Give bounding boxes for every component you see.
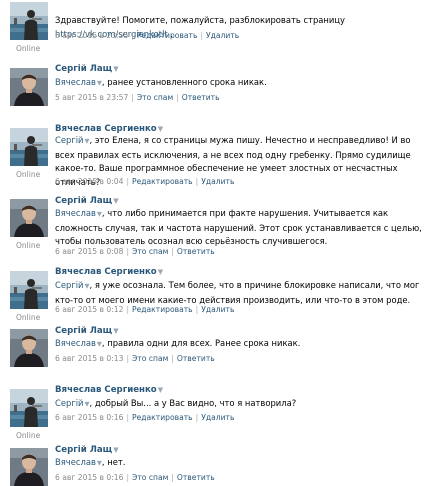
- chevron-down-icon[interactable]: ▼: [113, 197, 118, 205]
- reply-button[interactable]: Ответить: [182, 93, 220, 102]
- chevron-down-icon[interactable]: ▼: [158, 268, 163, 276]
- addressee-link[interactable]: Сергій▼: [55, 398, 90, 408]
- online-status: Online: [16, 313, 41, 322]
- message-text: Вячеслав▼, ранее установленного срока ни…: [55, 77, 267, 87]
- report-spam-button[interactable]: Это спам: [132, 473, 168, 482]
- author-name[interactable]: Сергій Лащ▼: [55, 196, 119, 206]
- delete-button[interactable]: Удалить: [201, 177, 234, 186]
- edit-button[interactable]: Редактировать: [132, 305, 193, 314]
- chevron-down-icon[interactable]: ▼: [158, 386, 163, 394]
- addressee-link[interactable]: Сергій▼: [55, 280, 90, 290]
- message-meta: 6 авг 2015 в 0:16 | Это спам | Ответить: [55, 473, 215, 482]
- edit-button[interactable]: Редактировать: [132, 177, 193, 186]
- online-status: Online: [16, 431, 41, 440]
- addressee-link[interactable]: Сергій▼: [55, 135, 90, 145]
- message-meta: 6 авг 2015 в 0:12 | Редактировать | Удалить: [55, 305, 235, 314]
- message-text: Вячеслав▼, правила одни для всех. Ранее …: [55, 338, 301, 348]
- chevron-down-icon[interactable]: ▼: [113, 327, 118, 335]
- message-date[interactable]: 5 авг 2015 в 23:57: [55, 93, 128, 102]
- message-date[interactable]: 5 авг 2015 в 23:55: [55, 31, 128, 40]
- addressee-link[interactable]: Вячеслав▼: [55, 457, 102, 467]
- message-date[interactable]: 6 авг 2015 в 0:16: [55, 473, 123, 482]
- message-date[interactable]: 6 авг 2015 в 0:16: [55, 413, 123, 422]
- reply-button[interactable]: Ответить: [177, 247, 215, 256]
- chevron-down-icon[interactable]: ▼: [113, 65, 118, 73]
- author-name[interactable]: Вячеслав Сергиенко▼: [55, 124, 163, 134]
- message-text: Вячеслав▼, нет.: [55, 457, 126, 467]
- addressee-link[interactable]: Вячеслав▼: [55, 77, 102, 87]
- avatar[interactable]: [10, 199, 48, 237]
- chevron-down-icon[interactable]: ▼: [158, 125, 163, 133]
- delete-button[interactable]: Удалить: [201, 305, 234, 314]
- report-spam-button[interactable]: Это спам: [137, 93, 173, 102]
- avatar[interactable]: [10, 389, 48, 427]
- online-status: Online: [16, 170, 41, 179]
- author-name[interactable]: Сергій Лащ▼: [55, 326, 119, 336]
- message-date[interactable]: 6 авг 2015 в 0:04: [55, 177, 123, 186]
- message-thread: Online Здравствуйте! Помогите, пожалуйста…: [0, 0, 434, 486]
- addressee-link[interactable]: Вячеслав▼: [55, 208, 102, 218]
- report-spam-button[interactable]: Это спам: [132, 354, 168, 363]
- author-name[interactable]: Вячеслав Сергиенко▼: [55, 385, 163, 395]
- delete-button[interactable]: Удалить: [201, 413, 234, 422]
- author-name[interactable]: Вячеслав Сергиенко▼: [55, 267, 163, 277]
- reply-button[interactable]: Ответить: [177, 354, 215, 363]
- message-meta: 6 авг 2015 в 0:04 | Редактировать | Удалить: [55, 177, 235, 186]
- author-name[interactable]: Сергій Лащ▼: [55, 64, 119, 74]
- avatar[interactable]: [10, 271, 48, 309]
- message-meta: 6 авг 2015 в 0:16 | Редактировать | Удалить: [55, 413, 235, 422]
- message-text: Сергій▼, я уже осознала. Тем более, что …: [55, 280, 420, 305]
- avatar[interactable]: [10, 68, 48, 106]
- author-name[interactable]: Сергій Лащ▼: [55, 445, 119, 455]
- avatar[interactable]: [10, 329, 48, 367]
- avatar[interactable]: [10, 128, 48, 166]
- message-date[interactable]: 6 авг 2015 в 0:12: [55, 305, 123, 314]
- delete-button[interactable]: Удалить: [206, 31, 239, 40]
- message-meta: 6 авг 2015 в 0:08 | Это спам | Ответить: [55, 247, 215, 256]
- edit-button[interactable]: Редактировать: [137, 31, 198, 40]
- addressee-link[interactable]: Вячеслав▼: [55, 338, 102, 348]
- message-date[interactable]: 6 авг 2015 в 0:08: [55, 247, 123, 256]
- avatar[interactable]: [10, 448, 48, 486]
- message-text: Сергій▼, добрый Вы... а у Вас видно, что…: [55, 398, 297, 408]
- online-status: Online: [16, 44, 41, 53]
- message-meta: 6 авг 2015 в 0:13 | Это спам | Ответить: [55, 354, 215, 363]
- online-status: Online: [16, 241, 41, 250]
- message-meta: 5 авг 2015 в 23:57 | Это спам | Ответить: [55, 93, 220, 102]
- edit-button[interactable]: Редактировать: [132, 413, 193, 422]
- report-spam-button[interactable]: Это спам: [132, 247, 168, 256]
- avatar[interactable]: [10, 2, 48, 40]
- message-meta: 5 авг 2015 в 23:55 | Редактировать | Удалить: [55, 31, 240, 40]
- message-text: Вячеслав▼, что либо принимается при факт…: [55, 208, 422, 247]
- reply-button[interactable]: Ответить: [177, 473, 215, 482]
- message-date[interactable]: 6 авг 2015 в 0:13: [55, 354, 123, 363]
- chevron-down-icon[interactable]: ▼: [113, 446, 118, 454]
